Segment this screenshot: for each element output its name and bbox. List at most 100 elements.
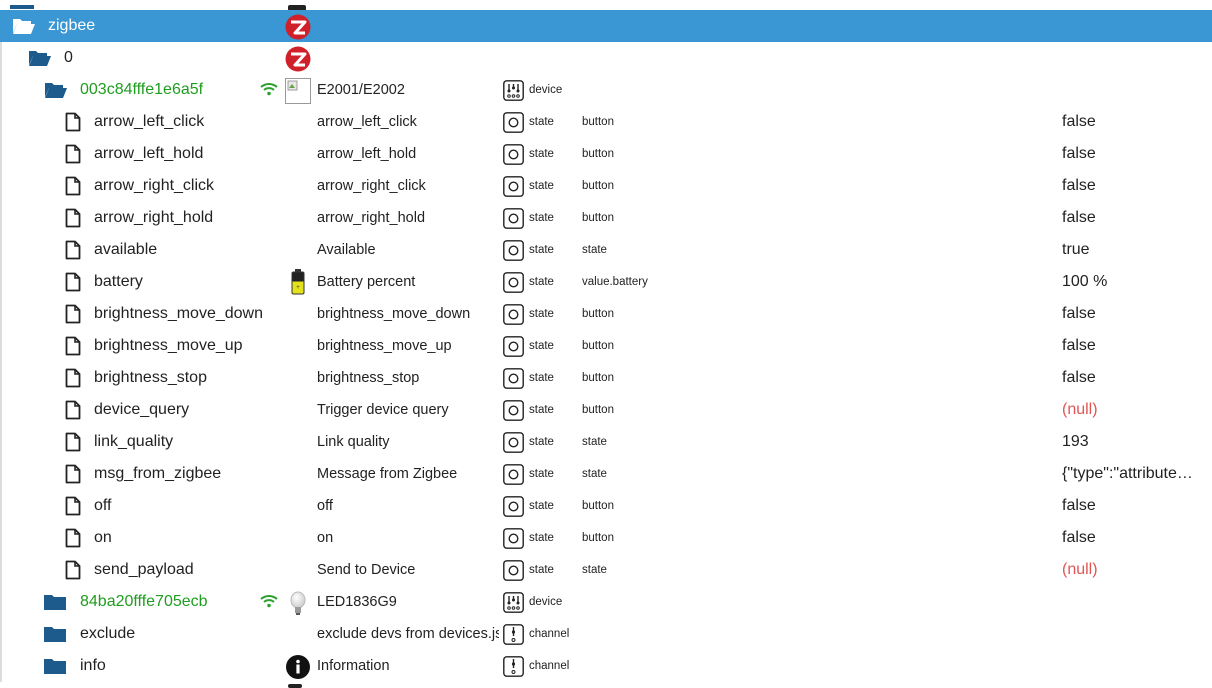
wifi-icon [260, 82, 278, 101]
folder-closed-icon [44, 593, 66, 611]
state-role-icon [503, 176, 524, 197]
tree-row-value[interactable]: true [1062, 234, 1202, 266]
tree-row-value[interactable]: false [1062, 202, 1202, 234]
tree-row-device-003c84fffe1e6a5f[interactable]: 003c84fffe1e6a5f E2001/E2002 device [0, 74, 1212, 106]
tree-row-title: Battery percent [317, 274, 416, 290]
zigbee-logo-icon [285, 46, 311, 72]
tree-row-name: zigbee [48, 17, 96, 34]
tree-row-value[interactable]: false [1062, 138, 1202, 170]
tree-row-state[interactable]: available Available state state true [0, 234, 1212, 266]
tree-row-state[interactable]: battery + Battery percent state value.batter… [0, 266, 1212, 298]
tree-row-value[interactable]: false [1062, 106, 1202, 138]
tree-row-role: state [529, 404, 554, 416]
tree-row-state[interactable]: brightness_move_up brightness_move_up stat… [0, 330, 1212, 362]
battery-icon: + [291, 269, 305, 295]
tree-row-state[interactable]: arrow_right_click arrow_right_click state b… [0, 170, 1212, 202]
file-icon [65, 240, 87, 260]
channel-role-icon [503, 656, 524, 677]
tree-row-device-84ba20fffe705ecb[interactable]: 84ba20fffe705ecb LED1836G9 device [0, 586, 1212, 618]
tree-row-role: state [529, 276, 554, 288]
tree-row-role: device [529, 84, 563, 96]
tree-row-zigbee[interactable]: zigbee [0, 10, 1212, 42]
tree-row-title: exclude devs from devices.js [317, 626, 499, 642]
tree-row-0[interactable]: 0 [0, 42, 1212, 74]
file-icon [65, 304, 87, 324]
tree-row-name: brightness_stop [94, 369, 207, 386]
tree-row-role: state [529, 532, 554, 544]
tree-row-title: brightness_stop [317, 370, 420, 386]
tree-row-value[interactable]: false [1062, 490, 1202, 522]
tree-row-role: state [529, 340, 554, 352]
tree-row-name: arrow_left_click [94, 113, 205, 130]
tree-row-name: send_payload [94, 561, 194, 578]
folder-closed-icon [44, 657, 66, 675]
tree-row-name: brightness_move_down [94, 305, 263, 322]
tree-row-state[interactable]: brightness_move_down brightness_move_down… [0, 298, 1212, 330]
state-role-icon [503, 528, 524, 549]
file-icon [65, 208, 87, 228]
light-bulb-icon [285, 590, 311, 616]
tree-row-value[interactable]: (null) [1062, 554, 1202, 586]
file-icon [65, 144, 87, 164]
tree-row-type: state [582, 436, 607, 448]
tree-row-value[interactable]: false [1062, 362, 1202, 394]
tree-row-name: brightness_move_up [94, 337, 243, 354]
file-icon [65, 400, 87, 420]
tree-row-title: Message from Zigbee [317, 466, 458, 482]
tree-row-state[interactable]: arrow_right_hold arrow_right_hold state but… [0, 202, 1212, 234]
tree-row-state[interactable]: send_payload Send to Device state state (nul… [0, 554, 1212, 586]
tree-row-exclude[interactable]: exclude exclude devs from devices.js cha… [0, 618, 1212, 650]
tree-row-title: LED1836G9 [317, 594, 397, 610]
tree-row-state[interactable]: link_quality Link quality state state 193 [0, 426, 1212, 458]
state-role-icon [503, 560, 524, 581]
tree-row-title: E2001/E2002 [317, 82, 405, 98]
tree-row-value[interactable]: false [1062, 298, 1202, 330]
folder-open-icon [12, 17, 35, 35]
tree-row-type: button [582, 180, 614, 192]
tree-row-title: brightness_move_up [317, 338, 452, 354]
tree-row-state[interactable]: arrow_left_click arrow_left_click state but… [0, 106, 1212, 138]
tree-row-role: state [529, 212, 554, 224]
tree-row-type: button [582, 372, 614, 384]
tree-row-role: state [529, 116, 554, 128]
tree-row-role: state [529, 564, 554, 576]
tree-row-state[interactable]: arrow_left_hold arrow_left_hold state butto… [0, 138, 1212, 170]
tree-row-title: arrow_right_hold [317, 210, 426, 226]
state-role-icon [503, 272, 524, 293]
tree-row-type: button [582, 308, 614, 320]
tree-row-state[interactable]: off off state button false [0, 490, 1212, 522]
tree-row-name: info [80, 657, 106, 674]
tree-row-type: button [582, 212, 614, 224]
tree-row-value[interactable]: (null) [1062, 394, 1202, 426]
tree-row-role: channel [529, 660, 570, 672]
tree-row-name: arrow_right_click [94, 177, 215, 194]
file-icon [65, 272, 87, 292]
tree-row-title: on [317, 530, 334, 546]
tree-row-state[interactable]: brightness_stop brightness_stop state butto… [0, 362, 1212, 394]
tree-row-state[interactable]: on on state button false [0, 522, 1212, 554]
tree-row-title: off [317, 498, 333, 514]
tree-row-name: link_quality [94, 433, 174, 450]
tree-row-title: arrow_right_click [317, 178, 426, 194]
tree-row-info[interactable]: info Information channel [0, 650, 1212, 682]
tree-row-name: arrow_left_hold [94, 145, 204, 162]
state-role-icon [503, 400, 524, 421]
tree-row-role: state [529, 244, 554, 256]
tree-row-value[interactable]: false [1062, 522, 1202, 554]
tree-row-value[interactable]: false [1062, 330, 1202, 362]
tree-row-name: 0 [64, 49, 73, 66]
tree-row-type: button [582, 532, 614, 544]
tree-row-value[interactable]: 193 [1062, 426, 1202, 458]
tree-row-title: Available [317, 242, 376, 258]
tree-row-name: device_query [94, 401, 190, 418]
tree-row-name: msg_from_zigbee [94, 465, 222, 482]
tree-row-value[interactable]: false [1062, 170, 1202, 202]
tree-row-state[interactable]: msg_from_zigbee Message from Zigbee state s… [0, 458, 1212, 490]
tree-row-state[interactable]: device_query Trigger device query state but… [0, 394, 1212, 426]
tree-row-value[interactable]: {"type":"attribute… [1062, 458, 1202, 490]
folder-open-icon [28, 49, 51, 67]
tree-row-role: state [529, 308, 554, 320]
file-icon [65, 368, 87, 388]
tree-row-value[interactable]: 100 % [1062, 266, 1202, 298]
tree-row-title: arrow_left_hold [317, 146, 417, 162]
